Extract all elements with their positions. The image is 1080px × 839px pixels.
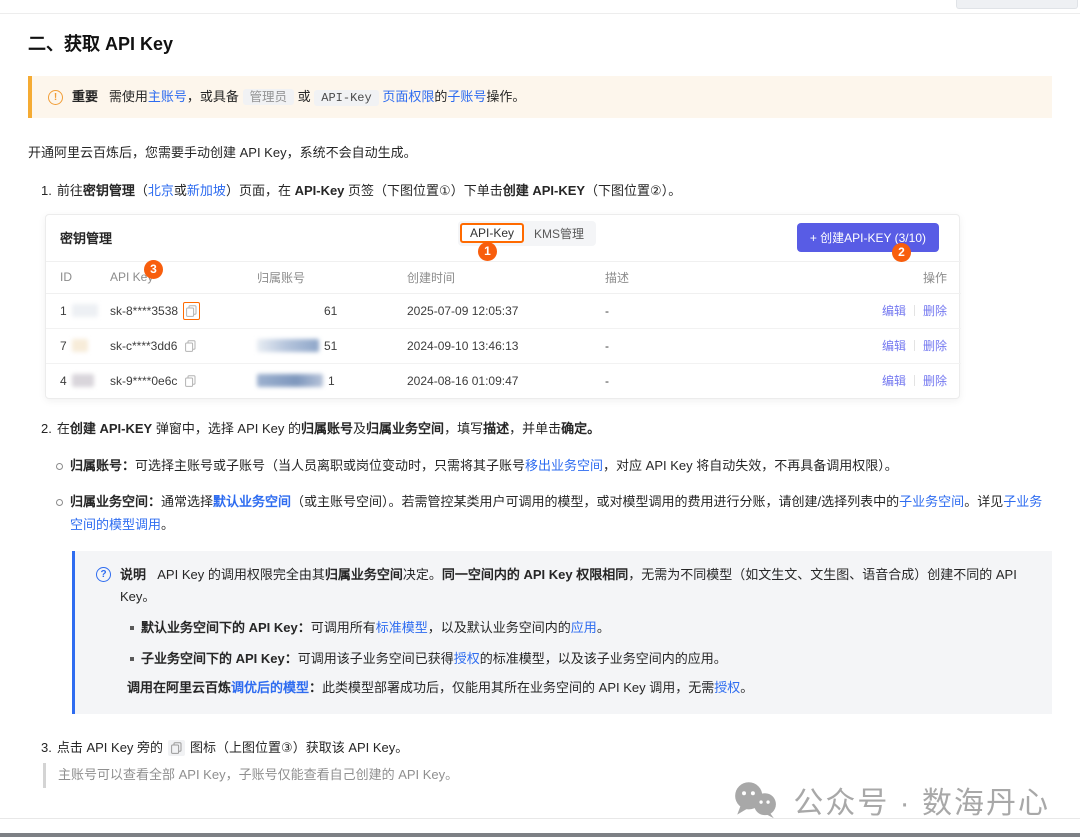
role-badge-api-key: API-Key — [314, 90, 378, 106]
table-row: 7 sk-c****3dd6 51 2024-09-10 13:46:13 - … — [46, 328, 961, 363]
edit-link[interactable]: 编辑 — [882, 339, 906, 353]
article-content: 二、获取 API Key ! 重要 需使用主账号，或具备 管理员 或 API-K… — [0, 0, 1080, 839]
bullet-account: 归属账号：可选择主账号或子账号（当人员离职或岗位变动时，只需将其子账号移出业务空… — [55, 454, 1052, 477]
redacted-blur — [257, 374, 323, 387]
copy-icon — [186, 305, 197, 317]
link-main-account[interactable]: 主账号 — [148, 89, 187, 104]
redacted-blur — [72, 339, 88, 352]
console-screenshot: 1 2 3 密钥管理 API-Key KMS管理 + 创建API-KEY (3/… — [45, 214, 960, 399]
link-sub-account[interactable]: 子账号 — [447, 89, 486, 104]
created-time: 2025-07-09 12:05:37 — [393, 293, 591, 328]
copy-icon-button[interactable] — [182, 372, 199, 390]
delete-link[interactable]: 删除 — [923, 374, 947, 388]
important-callout: ! 重要 需使用主账号，或具备 管理员 或 API-Key 页面权限的子账号操作… — [28, 76, 1052, 118]
document-page: 二、获取 API Key ! 重要 需使用主账号，或具备 管理员 或 API-K… — [0, 0, 1080, 839]
created-time: 2024-09-10 13:46:13 — [393, 328, 591, 363]
edit-link[interactable]: 编辑 — [882, 374, 906, 388]
table-header-row: ID API Key 归属账号 创建时间 描述 操作 — [46, 261, 961, 293]
api-key-value: sk-c****3dd6 — [110, 339, 177, 353]
link-default-workspace[interactable]: 默认业务空间 — [213, 494, 291, 509]
console-header: 密钥管理 API-Key KMS管理 + 创建API-KEY (3/10) — [46, 215, 959, 261]
delete-link[interactable]: 删除 — [923, 339, 947, 353]
tab-api-key[interactable]: API-Key — [460, 223, 524, 243]
col-desc: 描述 — [591, 261, 841, 293]
section-heading-get-api-key: 二、获取 API Key — [28, 30, 1052, 56]
col-created: 创建时间 — [393, 261, 591, 293]
bullet-workspace: 归属业务空间：通常选择默认业务空间（或主账号空间）。若需管控某类用户可调用的模型… — [55, 490, 1052, 537]
redacted-blur — [72, 374, 94, 387]
intro-paragraph: 开通阿里云百炼后，您需要手动创建 API Key，系统不会自动生成。 — [28, 142, 1052, 161]
tab-kms[interactable]: KMS管理 — [524, 223, 594, 244]
step-2: 2.在创建 API-KEY 弹窗中，选择 API Key 的归属账号及归属业务空… — [28, 419, 1052, 440]
note-list: 默认业务空间下的 API Key：可调用所有标准模型，以及默认业务空间内的应用。… — [129, 617, 1032, 670]
table-row: 1 sk-8****3538 61 2025-07-09 12:05:37 - … — [46, 293, 961, 328]
link-sub-workspace[interactable]: 子业务空间 — [899, 494, 964, 509]
delete-link[interactable]: 删除 — [923, 304, 947, 318]
important-callout-text: 重要 需使用主账号，或具备 管理员 或 API-Key 页面权限的子账号操作。 — [72, 87, 525, 107]
bottom-window-edge — [0, 833, 1080, 837]
redacted-blur — [257, 304, 319, 317]
link-applications[interactable]: 应用 — [571, 620, 597, 635]
copy-icon-button[interactable] — [182, 337, 199, 355]
top-divider — [0, 13, 1080, 14]
warning-icon: ! — [48, 90, 63, 105]
col-api-key: API Key — [96, 261, 243, 293]
col-ops: 操作 — [841, 261, 961, 293]
role-badge-admin: 管理员 — [243, 89, 295, 105]
note-item-default-workspace: 默认业务空间下的 API Key：可调用所有标准模型，以及默认业务空间内的应用。 — [129, 617, 1032, 639]
copy-icon-highlight[interactable] — [183, 302, 200, 320]
link-page-permission[interactable]: 页面权限 — [382, 89, 434, 104]
api-key-table: ID API Key 归属账号 创建时间 描述 操作 1 sk-8****353… — [46, 261, 961, 398]
col-id: ID — [46, 261, 96, 293]
create-api-key-button[interactable]: + 创建API-KEY (3/10) — [797, 223, 939, 252]
link-singapore[interactable]: 新加坡 — [187, 183, 226, 198]
annotation-badge-3: 3 — [144, 260, 163, 279]
copy-icon — [185, 340, 196, 352]
copy-icon-inline — [168, 740, 185, 756]
important-label: 重要 — [72, 89, 98, 104]
api-key-value: sk-8****3538 — [110, 304, 178, 318]
col-account: 归属账号 — [243, 261, 393, 293]
step-3: 3.点击 API Key 旁的图标（上图位置③）获取该 API Key。 — [28, 738, 1052, 759]
table-row: 4 sk-9****0e6c 1 2024-08-16 01:09:47 - 编… — [46, 363, 961, 398]
copy-icon — [171, 742, 182, 754]
annotation-badge-2: 2 — [892, 243, 911, 262]
copy-icon — [185, 375, 196, 387]
redacted-blur — [257, 339, 319, 352]
link-remove-from-workspace[interactable]: 移出业务空间 — [525, 458, 603, 473]
link-tuned-models[interactable]: 调优后的模型 — [231, 680, 309, 695]
edit-link[interactable]: 编辑 — [882, 304, 906, 318]
watermark-text: 公众号 · 数海丹心 — [793, 778, 1050, 822]
link-beijing[interactable]: 北京 — [148, 183, 174, 198]
wechat-icon — [732, 781, 778, 819]
created-time: 2024-08-16 01:09:47 — [393, 363, 591, 398]
link-standard-models[interactable]: 标准模型 — [376, 620, 428, 635]
annotation-badge-1: 1 — [478, 242, 497, 261]
floating-panel-fragment — [956, 0, 1078, 9]
api-key-value: sk-9****0e6c — [110, 374, 177, 388]
step-2-details: 归属账号：可选择主账号或子账号（当人员离职或岗位变动时，只需将其子账号移出业务空… — [55, 454, 1052, 537]
question-icon: ? — [96, 567, 111, 582]
link-authorization[interactable]: 授权 — [454, 651, 480, 666]
redacted-blur — [72, 304, 98, 317]
note-paragraph-1: ? 说明 API Key 的调用权限完全由其归属业务空间决定。同一空间内的 AP… — [96, 564, 1032, 608]
console-title: 密钥管理 — [60, 228, 112, 247]
step-1: 1.前往密钥管理（北京或新加坡）页面，在 API-Key 页签（下图位置①）下单… — [28, 181, 1052, 202]
note-label: 说明 — [120, 567, 146, 582]
watermark: 公众号 · 数海丹心 — [732, 778, 1050, 822]
link-authorization[interactable]: 授权 — [714, 680, 740, 695]
console-tabs: API-Key KMS管理 — [458, 221, 596, 246]
note-item-sub-workspace: 子业务空间下的 API Key：可调用该子业务空间已获得授权的标准模型，以及该子… — [129, 648, 1032, 670]
note-paragraph-2: 调用在阿里云百炼调优后的模型：此类模型部署成功后，仅能用其所在业务空间的 API… — [127, 677, 1032, 699]
note-callout: ? 说明 API Key 的调用权限完全由其归属业务空间决定。同一空间内的 AP… — [72, 551, 1052, 714]
